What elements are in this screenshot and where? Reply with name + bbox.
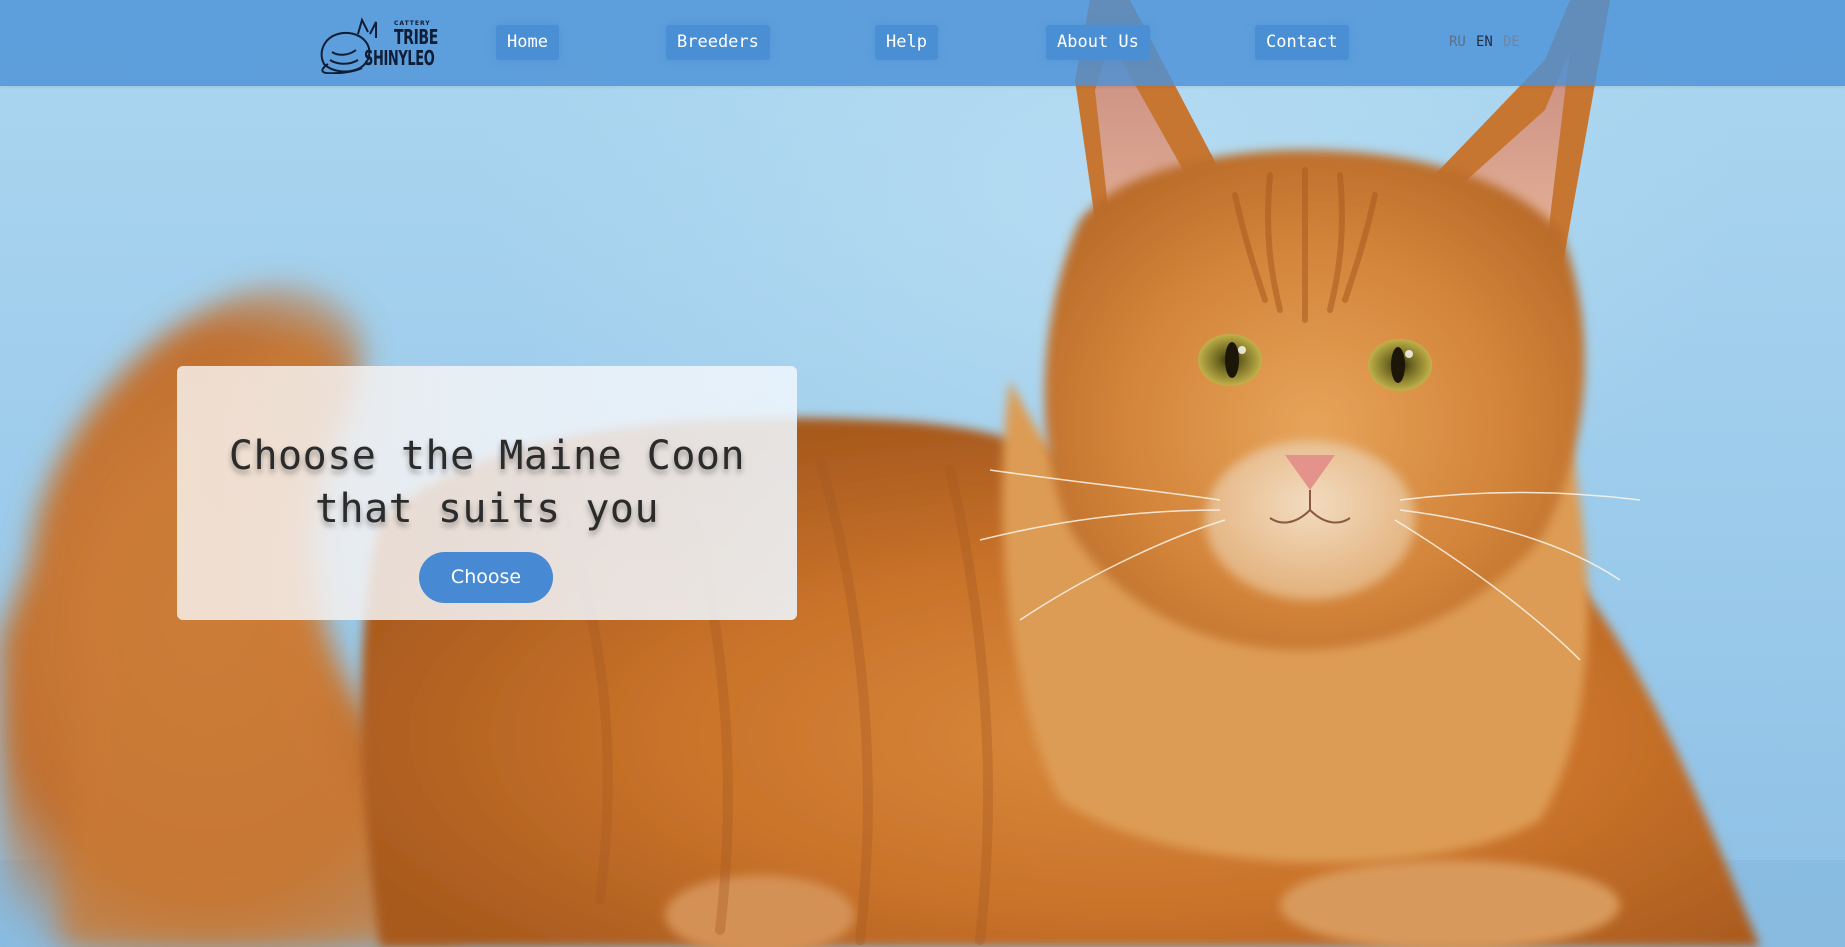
site-logo[interactable]: CATTERY TRIBE SHINYLEO (318, 12, 438, 74)
nav-breeders[interactable]: Breeders (666, 25, 770, 60)
nav-contact[interactable]: Contact (1255, 25, 1349, 60)
nav-about-us[interactable]: About Us (1046, 25, 1150, 60)
top-navbar: CATTERY TRIBE SHINYLEO Home Breeders Hel… (0, 0, 1845, 86)
choose-button[interactable]: Choose (419, 552, 553, 603)
nav-home[interactable]: Home (496, 25, 559, 60)
hero-title: Choose the Maine Coon that suits you (177, 430, 797, 536)
hero-card: Choose the Maine Coon that suits you Cho… (177, 366, 797, 620)
lang-ru[interactable]: RU (1449, 34, 1466, 50)
hero-title-line-1: Choose the Maine Coon (228, 433, 746, 479)
hero-title-line-2: that suits you (314, 486, 660, 532)
nav-help[interactable]: Help (875, 25, 938, 60)
lang-en[interactable]: EN (1476, 34, 1493, 50)
logo-line-2: SHINYLEO (364, 46, 435, 70)
lang-de[interactable]: DE (1503, 34, 1520, 50)
